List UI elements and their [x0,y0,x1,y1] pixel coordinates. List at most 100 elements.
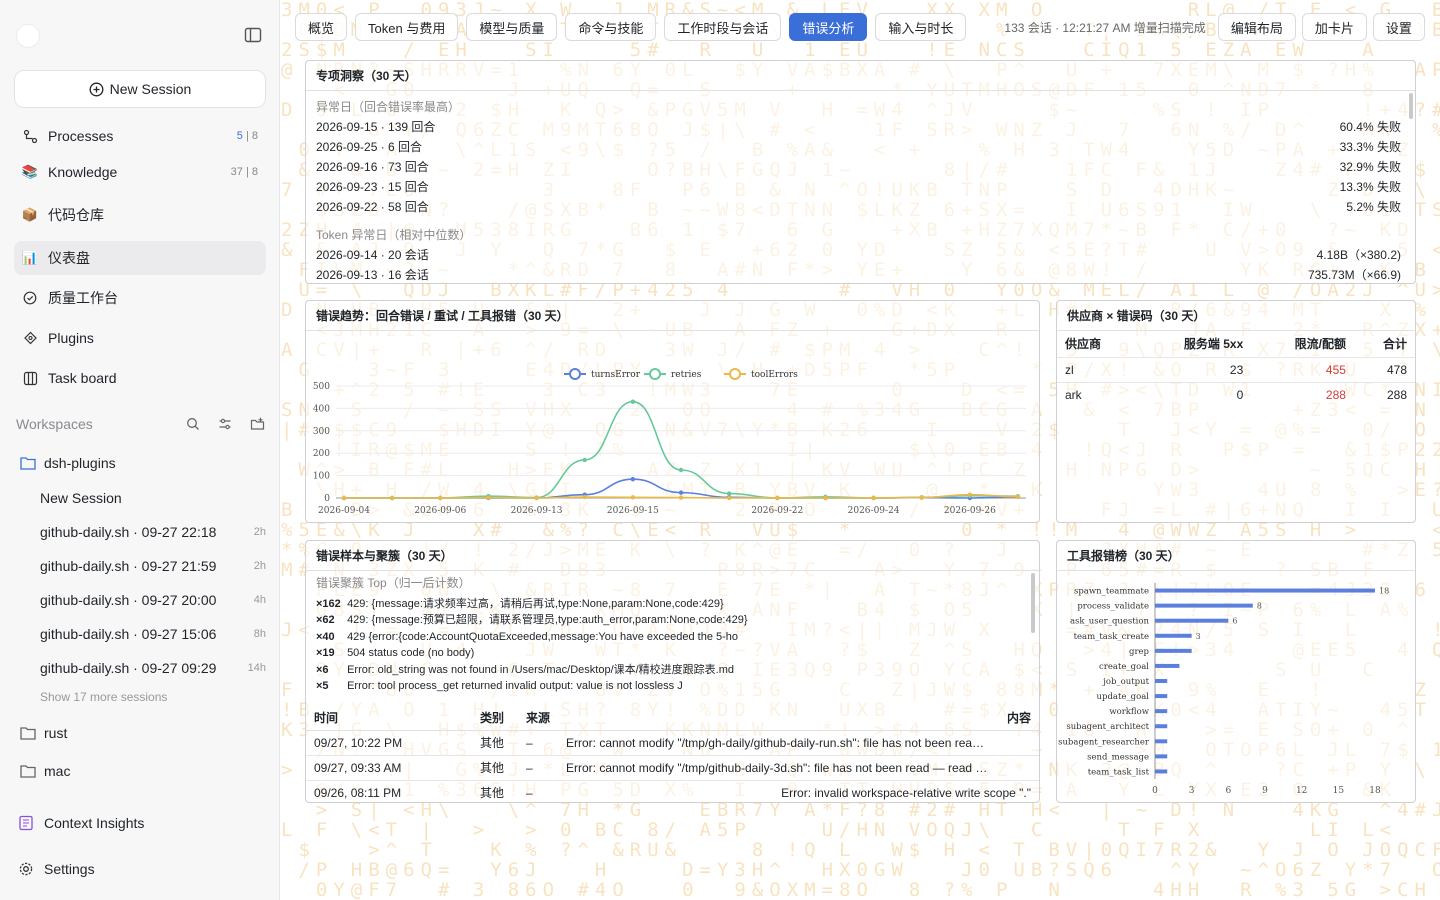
table-row[interactable]: 09/27, 10:22 PM 其他 – Error: cannot modify "… [306,730,1039,756]
settings-link[interactable]: Settings [18,856,95,882]
tab-token-cost[interactable]: Token 与费用 [355,13,459,41]
new-folder-icon[interactable] [248,415,266,433]
bar [1155,618,1229,623]
show-more-sessions-link[interactable]: Show 17 more sessions [40,690,167,704]
session-item[interactable]: New Session [40,484,266,512]
data-label: 3 [1196,632,1201,641]
workspace-folder-dsh-plugins[interactable]: dsh-plugins [20,449,116,477]
bar [1155,648,1192,653]
legend-marker [569,368,581,380]
data-point [630,399,636,404]
x-tick-label: 12 [1296,786,1307,796]
tab-error-analysis[interactable]: 错误分析 [789,13,868,41]
category-label: spawn_teammate [1074,587,1149,597]
sidebar-item-taskboard[interactable]: Task board [14,361,266,395]
data-point [486,495,491,500]
session-title: github-daily.sh · 09-27 22:18 [40,524,217,540]
table-row[interactable]: 09/26, 08:11 PM 其他 – Error: invalid workspa… [306,780,1039,802]
x-tick-label: 2026-09-04 [318,506,370,516]
sidebar-item-knowledge[interactable]: 📚 Knowledge 37 | 8 [14,155,266,189]
column-header[interactable]: 来源 [518,706,558,731]
tab-commands-skills[interactable]: 命令与技能 [565,13,657,41]
y-tick-label: 300 [313,427,330,437]
column-header[interactable]: 服务端 5xx [1136,331,1251,357]
session-title: New Session [40,490,122,506]
x-tick-label: 2026-09-13 [511,506,563,516]
sidebar-header [0,0,279,70]
table-row[interactable]: 09/27, 09:33 AM 其他 – Error: cannot modify "… [306,755,1039,781]
bar [1155,709,1168,714]
session-item[interactable]: github-daily.sh · 09-27 22:18 2h [40,518,266,546]
tab-work-hours[interactable]: 工作时段与会话 [664,13,782,41]
y-tick-label: 200 [313,449,330,459]
session-item[interactable]: github-daily.sh · 09-27 09:29 14h [40,654,266,682]
x-tick-label: 2026-09-06 [414,506,466,516]
new-session-label: New Session [109,81,192,97]
context-insights-link[interactable]: Context Insights [18,810,144,836]
session-item[interactable]: github-daily.sh · 09-27 21:59 2h [40,552,266,580]
sidebar-item-processes[interactable]: Processes 5 | 8 [14,119,266,153]
folder-icon [20,727,36,740]
bar [1155,663,1180,668]
session-age: 2h [253,560,266,572]
column-header[interactable]: 类别 [472,706,518,731]
processes-count: 5 | 8 [236,130,258,142]
edit-layout-button[interactable]: 编辑布局 [1217,13,1296,41]
data-label: 8 [1257,602,1262,611]
cluster-item: ×5 Error: tool process_get returned inva… [316,680,683,692]
insights-scrollbar[interactable] [1409,93,1413,119]
search-icon[interactable] [184,415,202,433]
column-header[interactable]: 合计 [1354,331,1415,357]
folder-label: dsh-plugins [44,455,116,471]
category-label: ask_user_question [1070,617,1150,627]
workspaces-header: Workspaces [16,413,266,435]
column-header[interactable]: 时间 [306,706,472,731]
sidebar-item-repo[interactable]: 📦 代码仓库 [14,198,266,232]
session-item[interactable]: github-daily.sh · 09-27 20:00 4h [40,586,266,614]
sidebar-toggle-icon[interactable] [244,26,262,44]
folder-open-icon [20,457,36,470]
workspace-folder-mac[interactable]: mac [20,757,70,785]
dashboard-settings-button[interactable]: 设置 [1372,13,1425,41]
sidebar-item-label: Knowledge [48,164,118,180]
filter-sliders-icon[interactable] [216,415,234,433]
category-label: job_output [1102,677,1149,687]
legend-label: turnsError [591,370,641,380]
category-label: create_goal [1099,662,1149,672]
sidebar-item-quality[interactable]: 质量工作台 [14,281,266,315]
sidebar-item-plugins[interactable]: Plugins [14,321,266,355]
errors-scrollbar[interactable] [1031,573,1035,633]
bar [1155,769,1168,774]
dashboard-tabs: 概览 Token 与费用 模型与质量 命令与技能 工作时段与会话 错误分析 输入… [295,12,1432,42]
app-logo [16,24,40,48]
series-line-retries [344,400,1019,499]
x-tick-label: 2026-09-15 [607,506,659,516]
sidebar-item-dashboard[interactable]: 📊 仪表盘 [14,241,266,275]
column-header[interactable]: 内容 [558,706,1039,731]
legend-marker [729,368,741,380]
sidebar-item-label: Task board [48,370,117,386]
new-session-button[interactable]: New Session [14,70,266,108]
add-card-button[interactable]: 加卡片 [1301,13,1367,41]
column-header[interactable]: 供应商 [1057,331,1136,357]
provider-error-card: 供应商 × 错误码（30 天） 供应商 服务端 5xx 限流/配额 合计 zl 2… [1056,300,1416,523]
sidebar-item-label: Processes [48,128,114,144]
category-label: team_task_list [1088,767,1150,777]
session-item[interactable]: github-daily.sh · 09-27 15:06 8h [40,620,266,648]
category-label: process_validate [1077,602,1149,612]
error-trend-card: 错误趋势：回合错误 / 重试 / 工具报错（30 天） 0 100 200 300 40… [305,300,1040,523]
insights-card: 专项洞察（30 天） 异常日（回合错误率最高） 2026-09-15 · 139… [305,60,1416,284]
token-anomaly-row: 2026-09-14 · 20 会话 4.18B（×380.2) [316,248,1401,262]
data-point [726,491,732,496]
tab-overview[interactable]: 概览 [295,13,348,41]
y-tick-label: 100 [313,472,330,482]
workspace-folder-rust[interactable]: rust [20,719,67,747]
package-icon: 📦 [21,207,39,222]
tab-model-quality[interactable]: 模型与质量 [466,13,558,41]
category-label: send_message [1087,752,1149,762]
data-point [678,490,684,495]
x-tick-label: 9 [1262,786,1268,796]
tab-input-duration[interactable]: 输入与时长 [875,13,967,41]
table-row: ark 0 288 288 [1057,381,1415,407]
column-header[interactable]: 限流/配额 [1251,331,1354,357]
